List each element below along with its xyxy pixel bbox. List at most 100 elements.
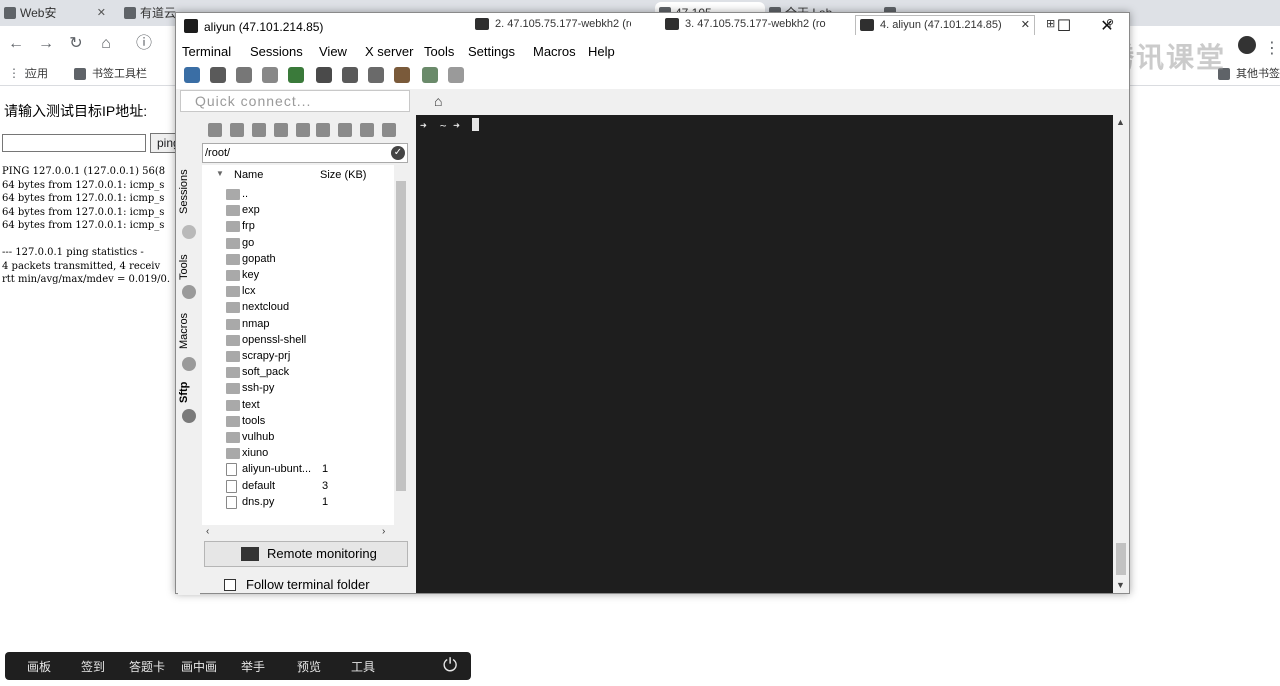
folder-row[interactable]: nmap xyxy=(202,317,394,333)
site-info-icon[interactable]: ⓘ xyxy=(134,34,154,54)
home-tab-icon[interactable]: ⌂ xyxy=(434,93,442,109)
file-icon xyxy=(226,479,237,493)
scroll-up-icon[interactable]: ▲ xyxy=(1116,117,1125,127)
menu-settings[interactable]: Settings xyxy=(468,44,515,59)
menu-tools[interactable]: Tools xyxy=(424,44,454,59)
terminal-scrollbar[interactable]: ▲ ▼ xyxy=(1113,115,1129,593)
bookmark-toolbar[interactable]: 书签工具栏 xyxy=(74,66,147,82)
download-icon[interactable] xyxy=(230,123,244,137)
forward-icon[interactable]: → xyxy=(36,34,56,54)
toolbar-tools[interactable]: 工具 xyxy=(351,658,375,675)
reload-icon[interactable]: ↻ xyxy=(66,34,86,54)
file-row[interactable]: default 3 xyxy=(202,479,394,495)
side-tab-sftp[interactable]: Sftp xyxy=(178,377,200,407)
scroll-thumb[interactable] xyxy=(1116,543,1126,575)
back-icon[interactable]: ← xyxy=(6,34,26,54)
parent-dir-row[interactable]: .. xyxy=(202,187,394,203)
browser-tab[interactable]: 有道云 xyxy=(120,2,180,26)
rename-icon[interactable] xyxy=(360,123,374,137)
extension-icon[interactable] xyxy=(1238,36,1256,54)
packages-icon[interactable] xyxy=(422,67,438,83)
file-size: 3 xyxy=(322,479,329,492)
folder-row[interactable]: text xyxy=(202,398,394,414)
menu-view[interactable]: View xyxy=(319,44,347,59)
menu-macros[interactable]: Macros xyxy=(533,44,576,59)
folder-row[interactable]: exp xyxy=(202,203,394,219)
sync-icon[interactable] xyxy=(274,123,288,137)
toolbar-pip[interactable]: 画中画 xyxy=(181,658,217,675)
menu-help[interactable]: Help xyxy=(588,44,615,59)
tunneling-icon[interactable] xyxy=(394,67,410,83)
tools-icon[interactable] xyxy=(236,67,252,83)
menu-xserver[interactable]: X server xyxy=(365,44,413,59)
col-size[interactable]: Size (KB) xyxy=(320,169,366,181)
tab-close-icon[interactable]: ✕ xyxy=(97,2,106,24)
games-icon[interactable] xyxy=(262,67,278,83)
checkbox-box[interactable] xyxy=(224,579,236,591)
view-icon[interactable] xyxy=(316,67,332,83)
toolbar-raise-hand[interactable]: 举手 xyxy=(241,658,265,675)
scroll-thumb[interactable] xyxy=(396,181,406,491)
power-icon[interactable]: ⏻ xyxy=(443,655,457,676)
folder-row[interactable]: lcx xyxy=(202,284,394,300)
col-name[interactable]: Name xyxy=(234,169,263,181)
toolbar-answer-card[interactable]: 答题卡 xyxy=(129,658,165,675)
session-tab-active[interactable]: 4. aliyun (47.101.214.85) ✕ xyxy=(855,15,1035,35)
check-icon[interactable]: ✓ xyxy=(391,146,405,160)
new-file-icon[interactable] xyxy=(296,123,310,137)
sftp-path-input[interactable]: /root/ ✓ xyxy=(202,143,408,163)
scroll-down-icon[interactable]: ▼ xyxy=(1116,580,1125,590)
split-icon[interactable] xyxy=(342,67,358,83)
scroll-left-icon[interactable]: ‹ xyxy=(206,526,209,537)
folder-row[interactable]: scrapy-prj xyxy=(202,349,394,365)
home-icon[interactable]: ⌂ xyxy=(96,34,116,54)
folder-row[interactable]: go xyxy=(202,236,394,252)
menu-terminal[interactable]: Terminal xyxy=(182,44,231,59)
bookmark-apps[interactable]: ⋮⋮ 应用 xyxy=(8,66,48,82)
file-row[interactable]: dns.py 1 xyxy=(202,495,394,511)
sessions-icon[interactable] xyxy=(288,67,304,83)
terminal-area[interactable]: ➜ ~ ➜ xyxy=(416,115,1113,593)
folder-row[interactable]: key xyxy=(202,268,394,284)
remote-monitoring-button[interactable]: Remote monitoring xyxy=(204,541,408,567)
folder-row[interactable]: soft_pack xyxy=(202,365,394,381)
folder-row[interactable]: nextcloud xyxy=(202,300,394,316)
new-folder-icon[interactable] xyxy=(316,123,330,137)
toolbar-checkin[interactable]: 签到 xyxy=(81,658,105,675)
settings-icon[interactable] xyxy=(448,67,464,83)
folder-row[interactable]: frp xyxy=(202,219,394,235)
folder-row[interactable]: tools xyxy=(202,414,394,430)
side-tab-sessions[interactable]: Sessions xyxy=(178,163,200,221)
file-list-hscrollbar[interactable]: ‹ › xyxy=(202,525,394,539)
session-icon[interactable] xyxy=(184,67,200,83)
folder-row[interactable]: vulhub xyxy=(202,430,394,446)
session-tab[interactable]: 2. 47.105.75.177-webkh2 (ro xyxy=(471,15,631,35)
ip-input[interactable] xyxy=(2,134,146,152)
multiexec-icon[interactable] xyxy=(368,67,384,83)
follow-terminal-checkbox[interactable]: Follow terminal folder xyxy=(224,577,370,593)
servers-icon[interactable] xyxy=(210,67,226,83)
delete-icon[interactable] xyxy=(338,123,352,137)
folder-row[interactable]: xiuno xyxy=(202,446,394,462)
file-row[interactable]: aliyun-ubunt... 1 xyxy=(202,462,394,478)
folder-row[interactable]: ssh-py xyxy=(202,381,394,397)
permissions-icon[interactable] xyxy=(382,123,396,137)
new-tab-button[interactable]: ⊞ xyxy=(1042,15,1082,35)
folder-row[interactable]: gopath xyxy=(202,252,394,268)
refresh-icon[interactable] xyxy=(208,123,222,137)
browser-tab[interactable]: Web安 ✕ xyxy=(0,2,110,26)
file-list-scrollbar[interactable] xyxy=(394,165,408,525)
toolbar-whiteboard[interactable]: 画板 xyxy=(27,658,51,675)
quick-connect-input[interactable]: Quick connect... xyxy=(180,90,410,112)
browser-menu-icon[interactable]: ⋮ xyxy=(1264,38,1280,58)
upload-icon[interactable] xyxy=(252,123,266,137)
menu-sessions[interactable]: Sessions xyxy=(250,44,303,59)
tab-close-icon[interactable]: ✕ xyxy=(1021,16,1030,34)
scroll-right-icon[interactable]: › xyxy=(382,526,385,537)
attach-icon[interactable]: ⚲ xyxy=(1104,15,1124,35)
side-tab-macros[interactable]: Macros xyxy=(178,307,200,355)
toolbar-preview[interactable]: 预览 xyxy=(297,658,321,675)
side-tab-tools[interactable]: Tools xyxy=(178,247,200,287)
folder-row[interactable]: openssl-shell xyxy=(202,333,394,349)
session-tab[interactable]: 3. 47.105.75.177-webkh2 (ro xyxy=(661,15,831,35)
